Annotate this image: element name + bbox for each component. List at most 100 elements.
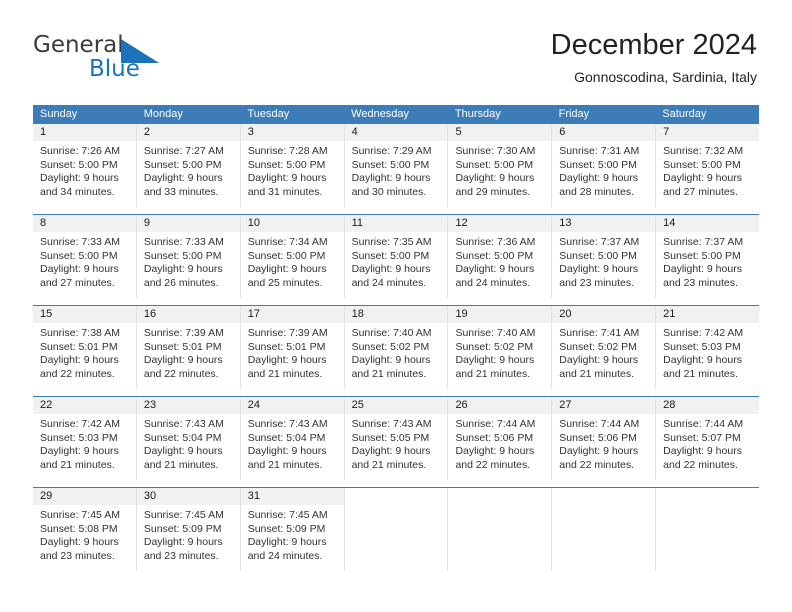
day-cell[interactable]: 24 Sunrise: 7:43 AM Sunset: 5:04 PM Dayl… xyxy=(240,397,345,480)
day-number: 10 xyxy=(240,215,344,232)
day-cell[interactable]: 16 Sunrise: 7:39 AM Sunset: 5:01 PM Dayl… xyxy=(136,306,241,389)
daylight-line-1: Daylight: 9 hours xyxy=(351,445,431,458)
day-cell[interactable]: 22 Sunrise: 7:42 AM Sunset: 5:03 PM Dayl… xyxy=(33,397,137,480)
day-cell[interactable]: 19 Sunrise: 7:40 AM Sunset: 5:02 PM Dayl… xyxy=(448,306,553,389)
day-cell[interactable]: 15 Sunrise: 7:38 AM Sunset: 5:01 PM Dayl… xyxy=(33,306,137,389)
sunrise-line: Sunrise: 7:30 AM xyxy=(455,145,536,157)
daylight-line-1: Daylight: 9 hours xyxy=(247,536,327,549)
day-cell[interactable]: 23 Sunrise: 7:43 AM Sunset: 5:04 PM Dayl… xyxy=(136,397,241,480)
day-cell[interactable]: 8 Sunrise: 7:33 AM Sunset: 5:00 PM Dayli… xyxy=(33,215,137,298)
day-cell[interactable]: 11 Sunrise: 7:35 AM Sunset: 5:00 PM Dayl… xyxy=(344,215,449,298)
day-cell[interactable]: 9 Sunrise: 7:33 AM Sunset: 5:00 PM Dayli… xyxy=(136,215,241,298)
daylight-line-1: Daylight: 9 hours xyxy=(663,354,742,367)
sunrise-line: Sunrise: 7:32 AM xyxy=(663,145,744,157)
day-cell[interactable]: 7 Sunrise: 7:32 AM Sunset: 5:00 PM Dayli… xyxy=(656,124,760,207)
day-cell[interactable]: 17 Sunrise: 7:39 AM Sunset: 5:01 PM Dayl… xyxy=(240,306,345,389)
sunset-line: Sunset: 5:00 PM xyxy=(559,249,637,262)
day-number: 23 xyxy=(136,397,240,414)
day-cell[interactable]: 1 Sunrise: 7:26 AM Sunset: 5:00 PM Dayli… xyxy=(33,124,137,207)
day-cell[interactable]: 14 Sunrise: 7:37 AM Sunset: 5:00 PM Dayl… xyxy=(656,215,760,298)
daylight-line-2: and 26 minutes. xyxy=(143,276,219,289)
daylight-line-2: and 24 minutes. xyxy=(247,549,323,562)
daylight-line-2: and 27 minutes. xyxy=(40,276,115,289)
day-cell[interactable]: 26 Sunrise: 7:44 AM Sunset: 5:06 PM Dayl… xyxy=(448,397,553,480)
title-block: December 2024 Gonnoscodina, Sardinia, It… xyxy=(551,28,757,86)
day-cell[interactable]: 10 Sunrise: 7:34 AM Sunset: 5:00 PM Dayl… xyxy=(240,215,345,298)
day-cell[interactable]: 31 Sunrise: 7:45 AM Sunset: 5:09 PM Dayl… xyxy=(240,488,345,571)
weekday-header-thursday: Thursday xyxy=(454,108,501,120)
day-cell[interactable]: 27 Sunrise: 7:44 AM Sunset: 5:06 PM Dayl… xyxy=(552,397,657,480)
day-details: Sunrise: 7:42 AM Sunset: 5:03 PM Dayligh… xyxy=(33,414,136,472)
day-cell[interactable]: 30 Sunrise: 7:45 AM Sunset: 5:09 PM Dayl… xyxy=(136,488,241,571)
daylight-line-1: Daylight: 9 hours xyxy=(663,445,742,458)
weekday-header-wednesday: Wednesday xyxy=(351,108,410,120)
day-cell[interactable]: 13 Sunrise: 7:37 AM Sunset: 5:00 PM Dayl… xyxy=(552,215,657,298)
daylight-line-1: Daylight: 9 hours xyxy=(455,263,535,276)
weekday-header-monday: Monday xyxy=(143,108,183,120)
day-details: Sunrise: 7:35 AM Sunset: 5:00 PM Dayligh… xyxy=(345,232,448,290)
day-cell[interactable]: 2 Sunrise: 7:27 AM Sunset: 5:00 PM Dayli… xyxy=(136,124,241,207)
logo-word-general: General xyxy=(33,32,124,58)
day-cell[interactable]: 29 Sunrise: 7:45 AM Sunset: 5:08 PM Dayl… xyxy=(33,488,137,571)
daylight-line-2: and 33 minutes. xyxy=(143,185,219,198)
sunrise-line: Sunrise: 7:44 AM xyxy=(559,418,640,430)
day-number xyxy=(344,488,448,505)
sunset-line: Sunset: 5:00 PM xyxy=(40,158,118,171)
daylight-line-1: Daylight: 9 hours xyxy=(40,354,119,367)
calendar-page: General Blue December 2024 Gonnoscodina,… xyxy=(0,0,792,612)
sunrise-line: Sunrise: 7:39 AM xyxy=(143,327,224,339)
day-cell[interactable]: 21 Sunrise: 7:42 AM Sunset: 5:03 PM Dayl… xyxy=(656,306,760,389)
sunrise-line: Sunrise: 7:37 AM xyxy=(663,236,744,248)
sunrise-line: Sunrise: 7:44 AM xyxy=(663,418,744,430)
day-number: 18 xyxy=(344,306,448,323)
sunset-line: Sunset: 5:09 PM xyxy=(143,522,222,535)
day-details: Sunrise: 7:39 AM Sunset: 5:01 PM Dayligh… xyxy=(137,323,240,381)
day-cell[interactable]: 12 Sunrise: 7:36 AM Sunset: 5:00 PM Dayl… xyxy=(448,215,553,298)
day-number: 30 xyxy=(136,488,240,505)
day-details: Sunrise: 7:44 AM Sunset: 5:07 PM Dayligh… xyxy=(656,414,759,472)
daylight-line-2: and 21 minutes. xyxy=(247,458,323,471)
day-details: Sunrise: 7:40 AM Sunset: 5:02 PM Dayligh… xyxy=(345,323,448,381)
daylight-line-1: Daylight: 9 hours xyxy=(559,263,639,276)
day-cell[interactable]: 4 Sunrise: 7:29 AM Sunset: 5:00 PM Dayli… xyxy=(344,124,449,207)
day-cell[interactable]: 20 Sunrise: 7:41 AM Sunset: 5:02 PM Dayl… xyxy=(552,306,657,389)
day-details: Sunrise: 7:42 AM Sunset: 5:03 PM Dayligh… xyxy=(656,323,759,381)
day-number: 16 xyxy=(136,306,240,323)
daylight-line-1: Daylight: 9 hours xyxy=(247,354,327,367)
daylight-line-2: and 34 minutes. xyxy=(40,185,115,198)
day-cell[interactable]: 6 Sunrise: 7:31 AM Sunset: 5:00 PM Dayli… xyxy=(552,124,657,207)
sunset-line: Sunset: 5:00 PM xyxy=(247,249,326,262)
sunset-line: Sunset: 5:04 PM xyxy=(143,431,222,444)
sunset-line: Sunset: 5:00 PM xyxy=(455,158,534,171)
sunset-line: Sunset: 5:08 PM xyxy=(40,522,118,535)
sunrise-line: Sunrise: 7:35 AM xyxy=(351,236,432,248)
logo-word-blue: Blue xyxy=(89,56,140,82)
day-cell[interactable]: 5 Sunrise: 7:30 AM Sunset: 5:00 PM Dayli… xyxy=(448,124,553,207)
day-details: Sunrise: 7:41 AM Sunset: 5:02 PM Dayligh… xyxy=(552,323,655,381)
day-cell[interactable]: 3 Sunrise: 7:28 AM Sunset: 5:00 PM Dayli… xyxy=(240,124,345,207)
day-cell[interactable]: 18 Sunrise: 7:40 AM Sunset: 5:02 PM Dayl… xyxy=(344,306,449,389)
sunset-line: Sunset: 5:02 PM xyxy=(455,340,534,353)
sunset-line: Sunset: 5:02 PM xyxy=(351,340,430,353)
daylight-line-1: Daylight: 9 hours xyxy=(455,354,535,367)
sunrise-line: Sunrise: 7:26 AM xyxy=(40,145,120,157)
day-cell-empty xyxy=(656,488,760,571)
day-cell[interactable]: 25 Sunrise: 7:43 AM Sunset: 5:05 PM Dayl… xyxy=(344,397,449,480)
weekday-header-sunday: Sunday xyxy=(40,108,78,120)
daylight-line-2: and 24 minutes. xyxy=(351,276,427,289)
sunset-line: Sunset: 5:07 PM xyxy=(663,431,741,444)
daylight-line-2: and 25 minutes. xyxy=(247,276,323,289)
day-number: 25 xyxy=(344,397,448,414)
daylight-line-2: and 27 minutes. xyxy=(663,185,738,198)
daylight-line-1: Daylight: 9 hours xyxy=(559,354,639,367)
day-details: Sunrise: 7:40 AM Sunset: 5:02 PM Dayligh… xyxy=(448,323,551,381)
day-cell[interactable]: 28 Sunrise: 7:44 AM Sunset: 5:07 PM Dayl… xyxy=(656,397,760,480)
daylight-line-2: and 23 minutes. xyxy=(40,549,115,562)
weekday-header-tuesday: Tuesday xyxy=(247,108,290,120)
general-blue-logo[interactable]: General Blue xyxy=(33,32,233,90)
daylight-line-2: and 24 minutes. xyxy=(455,276,531,289)
sunset-line: Sunset: 5:00 PM xyxy=(351,158,430,171)
day-number: 21 xyxy=(656,306,760,323)
day-number: 4 xyxy=(344,124,448,141)
day-details: Sunrise: 7:30 AM Sunset: 5:00 PM Dayligh… xyxy=(448,141,551,199)
